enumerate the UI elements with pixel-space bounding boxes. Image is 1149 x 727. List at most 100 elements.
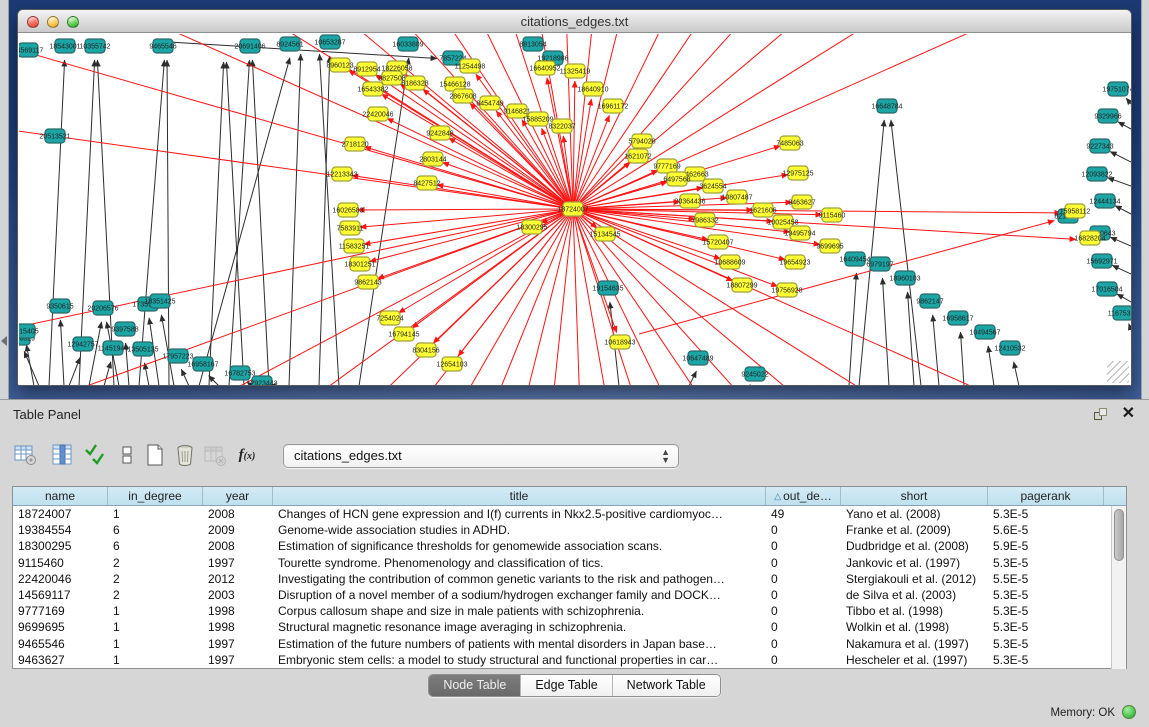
edge[interactable]	[69, 357, 80, 385]
right-splitter-gutter[interactable]	[1141, 0, 1149, 399]
select-all-icon[interactable]	[80, 440, 110, 470]
network-node[interactable]: 8924561	[276, 37, 303, 51]
table-row[interactable]: 911546021997Tourette syndrome. Phenomeno…	[13, 555, 1126, 571]
column-header-year[interactable]: year	[203, 487, 273, 505]
edge[interactable]	[167, 60, 169, 385]
table-body[interactable]: 1872400712008Changes of HCN gene express…	[13, 506, 1126, 669]
edge[interactable]	[181, 369, 189, 385]
edge[interactable]	[1112, 265, 1131, 274]
network-node[interactable]: 10647489	[682, 351, 713, 365]
network-node[interactable]: 6497568	[663, 172, 690, 186]
network-node[interactable]: 12942757	[67, 337, 98, 351]
citation-edge[interactable]	[573, 34, 1124, 209]
edge[interactable]	[89, 322, 101, 385]
edge[interactable]	[882, 278, 889, 385]
network-node[interactable]: 14569117	[19, 43, 43, 57]
citation-edge[interactable]	[573, 34, 1071, 209]
new-column-icon[interactable]	[140, 440, 170, 470]
network-node[interactable]: 12654103	[436, 357, 467, 371]
network-node[interactable]: 16961172	[598, 99, 629, 113]
edge[interactable]	[145, 363, 149, 385]
network-node[interactable]: 2867608	[449, 89, 476, 103]
column-visibility-icon[interactable]	[47, 440, 77, 470]
citation-edge[interactable]	[573, 209, 1131, 385]
edge[interactable]	[289, 54, 301, 385]
citation-edge[interactable]	[476, 74, 573, 209]
citation-edge[interactable]	[19, 209, 573, 385]
network-node[interactable]: 12410532	[994, 341, 1025, 355]
collapse-arrow-icon[interactable]	[1, 336, 7, 346]
network-node[interactable]: 9115460	[819, 208, 846, 222]
column-header-name[interactable]: name	[13, 487, 108, 505]
column-header-short[interactable]: short	[841, 487, 988, 505]
network-node[interactable]: 9245022	[741, 367, 768, 381]
edge[interactable]	[199, 58, 290, 385]
tab-network-table[interactable]: Network Table	[613, 675, 720, 696]
network-node[interactable]: 11325419	[560, 64, 591, 78]
edge[interactable]	[1126, 98, 1131, 104]
table-selector[interactable]: citations_edges.txt ▲▼	[283, 444, 679, 468]
table-header-row[interactable]: namein_degreeyeartitle△out_de…shortpager…	[13, 487, 1126, 506]
column-header-pagerank[interactable]: pagerank	[988, 487, 1104, 505]
network-node[interactable]: 10653287	[314, 35, 345, 49]
delete-column-icon[interactable]	[170, 440, 200, 470]
edge[interactable]	[49, 60, 65, 385]
network-node[interactable]: 18960103	[889, 271, 920, 285]
table-row[interactable]: 946362711997Embryonic stem cells: a mode…	[13, 652, 1126, 668]
edge[interactable]	[60, 320, 64, 385]
network-node[interactable]: 9242848	[426, 126, 453, 140]
network-node[interactable]: 19751074	[1102, 82, 1131, 96]
network-node[interactable]: 16026583	[332, 203, 363, 217]
network-node[interactable]: 7583911	[337, 221, 364, 235]
table-row[interactable]: 1830029562008Estimation of significance …	[13, 538, 1126, 554]
network-node[interactable]: 20206576	[87, 301, 118, 315]
network-node[interactable]: 8304156	[412, 343, 439, 357]
network-node[interactable]: 9227343	[1086, 139, 1113, 153]
edge[interactable]	[1118, 122, 1131, 129]
table-row[interactable]: 1938455462009Genome-wide association stu…	[13, 522, 1126, 538]
network-node[interactable]: 10355742	[79, 39, 110, 53]
network-node[interactable]: 3915405	[19, 324, 39, 338]
network-node[interactable]: 9463627	[788, 195, 815, 209]
network-node[interactable]: 20513521	[39, 129, 70, 143]
network-node[interactable]: 16958617	[942, 311, 973, 325]
edge[interactable]	[1117, 294, 1131, 302]
network-node[interactable]: 12975125	[782, 166, 813, 180]
table-row[interactable]: 1456911722003Disruption of a novel membe…	[13, 587, 1126, 603]
network-node[interactable]: 6979197	[866, 257, 893, 271]
network-node[interactable]: 9329966	[1094, 109, 1121, 123]
citation-edge[interactable]	[138, 34, 573, 209]
tab-node-table[interactable]: Node Table	[429, 675, 521, 696]
citation-edge[interactable]	[573, 209, 1124, 385]
edge[interactable]	[319, 56, 330, 385]
edge[interactable]	[891, 120, 921, 385]
network-node[interactable]: 9350615	[46, 299, 73, 313]
citation-edge[interactable]	[639, 221, 1054, 334]
scrollbar-thumb[interactable]	[1114, 509, 1124, 561]
network-node[interactable]: 8427512	[413, 176, 440, 190]
citation-edge[interactable]	[416, 209, 573, 385]
edge[interactable]	[97, 60, 114, 385]
citation-edge[interactable]	[573, 34, 936, 209]
network-node[interactable]: 9862147	[916, 294, 943, 308]
column-header-out_degree[interactable]: △out_de…	[766, 487, 841, 505]
table-row[interactable]: 969969511998Structural magnetic resonanc…	[13, 619, 1126, 635]
left-splitter-gutter[interactable]	[0, 0, 9, 399]
network-node[interactable]: 3624554	[699, 179, 726, 193]
network-node[interactable]: 7254024	[376, 311, 403, 325]
network-node[interactable]: 10618943	[604, 335, 635, 349]
network-node[interactable]: 1621606	[749, 203, 776, 217]
network-node[interactable]: 15134545	[589, 227, 620, 241]
network-node[interactable]: 12093822	[1081, 167, 1112, 181]
network-node[interactable]: 9397588	[111, 322, 138, 336]
network-canvas[interactable]: 1035574220691406160338097857224192189868…	[19, 34, 1131, 385]
network-node[interactable]: 15720407	[702, 235, 733, 249]
network-node[interactable]: 12213343	[326, 167, 357, 181]
edge[interactable]	[1110, 237, 1131, 246]
edge[interactable]	[209, 376, 219, 385]
edge[interactable]	[961, 332, 964, 385]
citation-edge[interactable]	[573, 209, 1071, 385]
table-row[interactable]: 2242004622012Investigating the contribut…	[13, 571, 1126, 587]
edge[interactable]	[104, 362, 111, 385]
table-row[interactable]: 946554611997Estimation of the future num…	[13, 636, 1126, 652]
